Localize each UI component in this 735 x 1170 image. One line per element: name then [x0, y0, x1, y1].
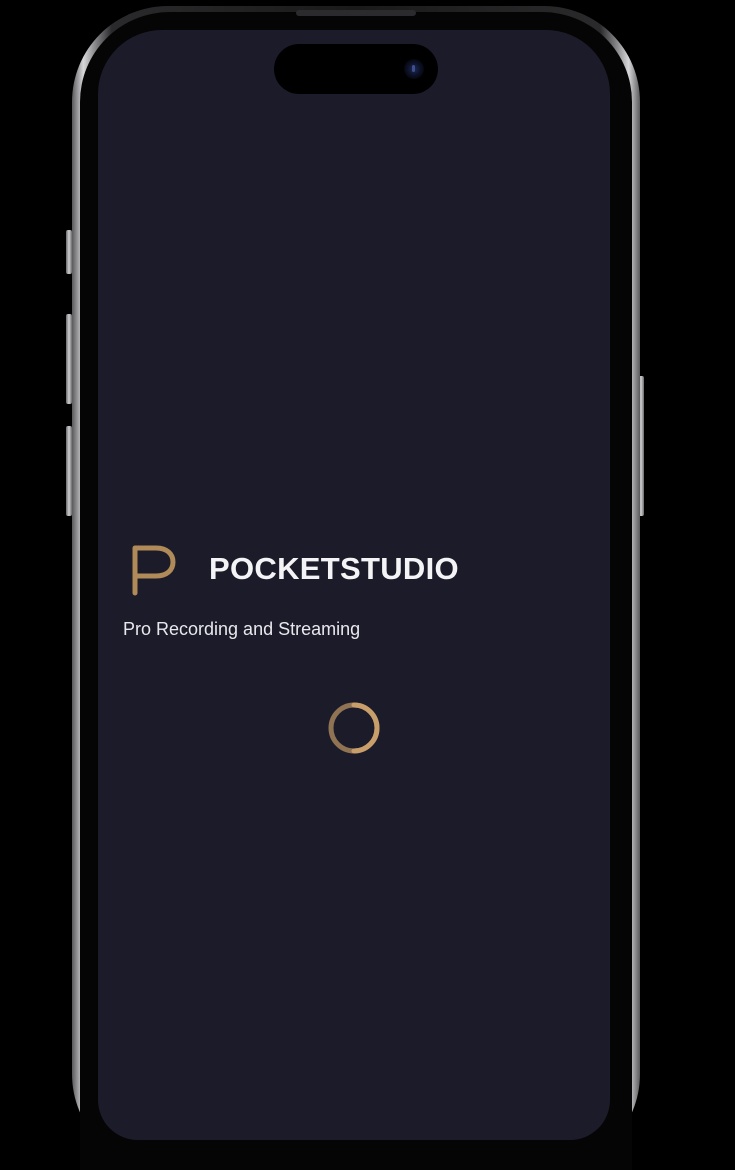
app-tagline: Pro Recording and Streaming [123, 619, 361, 639]
letter-p-logo-icon [132, 545, 176, 596]
speaker-slot [296, 10, 416, 16]
app-name: POCKETSTUDIO [209, 550, 459, 586]
device-stage: POCKETSTUDIO Pro Recording and Streaming [0, 0, 735, 1170]
loading-spinner-icon [328, 702, 380, 754]
dynamic-island [274, 44, 438, 94]
brand-header: POCKETSTUDIO [123, 538, 459, 598]
splash-screen: POCKETSTUDIO Pro Recording and Streaming [98, 30, 610, 1140]
camera-icon [404, 59, 424, 79]
